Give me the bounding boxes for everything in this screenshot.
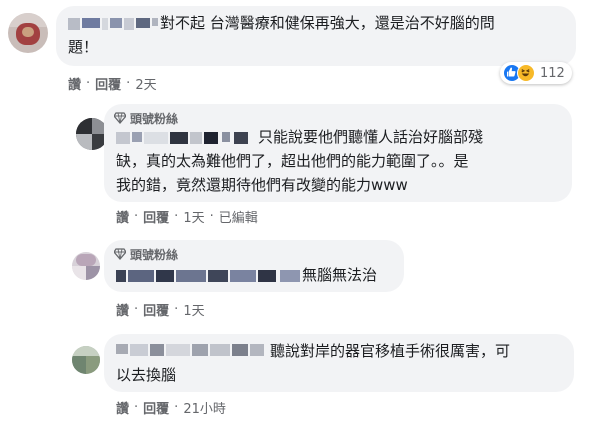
like-button[interactable]: 讚 [116, 398, 129, 417]
comment-text: 無腦無法治 [302, 266, 378, 284]
timestamp[interactable]: 2天 [135, 74, 156, 93]
comment-text: 對不起 台灣醫療和健保再強大，還是治不好腦的問 [160, 14, 495, 32]
comment-text: 以去換腦 [116, 366, 177, 384]
comment-actions: 讚 · 回覆 · 1天 · 已編輯 [116, 207, 258, 226]
reply-button[interactable]: 回覆 [143, 398, 169, 417]
timestamp[interactable]: 1天 [183, 300, 204, 319]
reply-button[interactable]: 回覆 [143, 207, 169, 226]
author-name-redacted[interactable] [116, 344, 270, 356]
comment-bubble: 對不起 台灣醫療和健保再強大，還是治不好腦的問 題！ [56, 6, 576, 66]
like-button[interactable]: 讚 [116, 207, 129, 226]
timestamp[interactable]: 1天 [183, 207, 204, 226]
comment-actions: 讚 · 回覆 · 21小時 [116, 398, 226, 417]
haha-icon [517, 64, 535, 82]
reaction-count: 112 [540, 65, 565, 81]
author-name-redacted[interactable] [68, 18, 158, 30]
edited-label[interactable]: 已編輯 [219, 207, 258, 226]
comment-text: 題！ [68, 38, 99, 56]
comment-text: 缺，真的太為難他們了，超出他們的能力範圍了。。是 [116, 152, 469, 170]
top-fan-badge: 頭號粉絲 [114, 110, 178, 126]
like-button[interactable]: 讚 [116, 300, 129, 319]
badge-label: 頭號粉絲 [130, 247, 179, 262]
like-button[interactable]: 讚 [68, 74, 81, 93]
timestamp[interactable]: 21小時 [183, 398, 226, 417]
comment-bubble: 頭號粉絲 無腦無法治 [104, 240, 404, 292]
top-fan-badge: 頭號粉絲 [114, 246, 178, 262]
diamond-icon [114, 112, 126, 124]
comment-text: 只能說要他們聽懂人話治好腦部殘 [258, 128, 484, 146]
reaction-summary[interactable]: 112 [500, 62, 572, 84]
diamond-icon [114, 248, 126, 260]
author-name-redacted[interactable] [116, 132, 256, 144]
author-name-redacted[interactable] [116, 270, 300, 282]
reply-button[interactable]: 回覆 [143, 300, 169, 319]
badge-label: 頭號粉絲 [130, 111, 179, 126]
reply-button[interactable]: 回覆 [95, 74, 121, 93]
comment-bubble: 聽說對岸的器官移植手術很厲害，可 以去換腦 [104, 334, 574, 392]
avatar[interactable] [72, 252, 100, 280]
comment-bubble: 頭號粉絲 只能說要他們聽懂人話治好腦部殘 缺，真的太為難他們了，超出他們的能力範… [104, 104, 572, 202]
avatar[interactable] [8, 13, 48, 53]
comment-actions: 讚 · 回覆 · 1天 [116, 300, 205, 319]
avatar[interactable] [72, 346, 100, 374]
comment-text: 聽說對岸的器官移植手術很厲害，可 [270, 342, 511, 360]
comment-thread: 對不起 台灣醫療和健保再強大，還是治不好腦的問 題！ 112 讚 · 回覆 · … [0, 0, 609, 426]
comment-text: 我的錯，竟然還期待他們有改變的能力www [116, 176, 408, 194]
comment-actions: 讚 · 回覆 · 2天 [68, 74, 157, 93]
